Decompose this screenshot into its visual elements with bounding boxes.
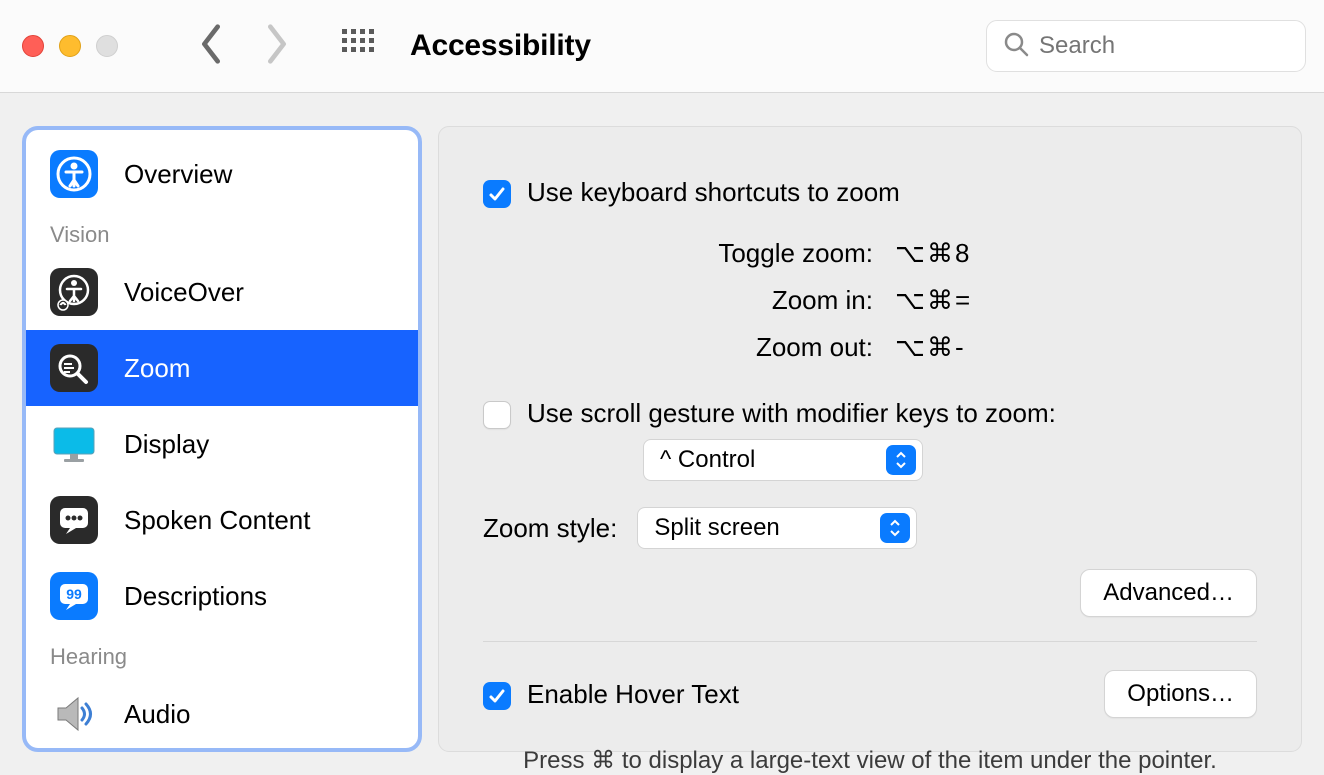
sidebar-item-label: Descriptions	[124, 581, 267, 612]
advanced-button-label: Advanced…	[1103, 579, 1234, 607]
fullscreen-window-button[interactable]	[96, 35, 118, 57]
sidebar-item-descriptions[interactable]: 99 Descriptions	[26, 558, 418, 634]
zoom-in-label: Zoom in:	[483, 277, 873, 324]
descriptions-icon: 99	[50, 572, 98, 620]
options-button[interactable]: Options…	[1104, 670, 1257, 718]
toggle-zoom-value: ⌥⌘8	[895, 230, 971, 277]
hover-text-hint: Press ⌘ to display a large-text view of …	[483, 746, 1257, 775]
shortcut-list: Toggle zoom: ⌥⌘8 Zoom in: ⌥⌘= Zoom out: …	[483, 230, 1257, 370]
search-input[interactable]	[1039, 32, 1289, 60]
advanced-button[interactable]: Advanced…	[1080, 569, 1257, 617]
overview-icon	[50, 150, 98, 198]
zoom-style-select[interactable]: Split screen	[637, 507, 917, 549]
checkbox-hover-text[interactable]	[483, 682, 511, 710]
window-title: Accessibility	[410, 29, 591, 63]
checkbox-keyboard-shortcuts[interactable]	[483, 180, 511, 208]
forward-button[interactable]	[264, 24, 290, 68]
toolbar: Accessibility	[0, 0, 1324, 93]
audio-icon	[50, 690, 98, 738]
search-box[interactable]	[986, 20, 1306, 72]
options-button-label: Options…	[1127, 680, 1234, 708]
divider	[483, 641, 1257, 642]
sidebar-section-vision: Vision	[26, 212, 418, 254]
toggle-zoom-label: Toggle zoom:	[483, 230, 873, 277]
sidebar: Overview Vision VoiceOver Zoom Display S	[22, 126, 422, 752]
hover-text-label: Enable Hover Text	[527, 679, 739, 710]
sidebar-item-label: Audio	[124, 699, 191, 730]
close-window-button[interactable]	[22, 35, 44, 57]
chevron-updown-icon	[880, 513, 910, 543]
sidebar-section-hearing: Hearing	[26, 634, 418, 676]
sidebar-item-label: Spoken Content	[124, 505, 310, 536]
sidebar-item-audio[interactable]: Audio	[26, 676, 418, 752]
sidebar-item-overview[interactable]: Overview	[26, 136, 418, 212]
zoom-in-value: ⌥⌘=	[895, 277, 972, 324]
sidebar-item-label: Overview	[124, 159, 232, 190]
display-icon	[50, 420, 98, 468]
modifier-key-value: ^ Control	[660, 446, 755, 474]
modifier-key-select[interactable]: ^ Control	[643, 439, 923, 481]
zoom-style-label: Zoom style:	[483, 513, 617, 544]
nav-arrows	[198, 24, 290, 68]
sidebar-item-spoken-content[interactable]: Spoken Content	[26, 482, 418, 558]
minimize-window-button[interactable]	[59, 35, 81, 57]
zoom-icon	[50, 344, 98, 392]
zoom-style-value: Split screen	[654, 514, 779, 542]
chevron-updown-icon	[886, 445, 916, 475]
sidebar-item-display[interactable]: Display	[26, 406, 418, 482]
spoken-content-icon	[50, 496, 98, 544]
scroll-gesture-label: Use scroll gesture with modifier keys to…	[527, 398, 1056, 429]
zoom-out-label: Zoom out:	[483, 324, 873, 371]
main-panel: Use keyboard shortcuts to zoom Toggle zo…	[438, 126, 1302, 752]
apps-grid-button[interactable]	[340, 27, 410, 65]
checkbox-scroll-gesture[interactable]	[483, 401, 511, 429]
zoom-out-value: ⌥⌘-	[895, 324, 966, 371]
sidebar-item-voiceover[interactable]: VoiceOver	[26, 254, 418, 330]
svg-text:99: 99	[66, 586, 82, 602]
sidebar-item-zoom[interactable]: Zoom	[26, 330, 418, 406]
voiceover-icon	[50, 268, 98, 316]
sidebar-item-label: VoiceOver	[124, 277, 244, 308]
back-button[interactable]	[198, 24, 224, 68]
keyboard-shortcuts-label: Use keyboard shortcuts to zoom	[527, 177, 900, 208]
sidebar-item-label: Zoom	[124, 353, 190, 384]
search-icon	[1003, 31, 1029, 61]
window-controls	[22, 35, 118, 57]
sidebar-item-label: Display	[124, 429, 209, 460]
